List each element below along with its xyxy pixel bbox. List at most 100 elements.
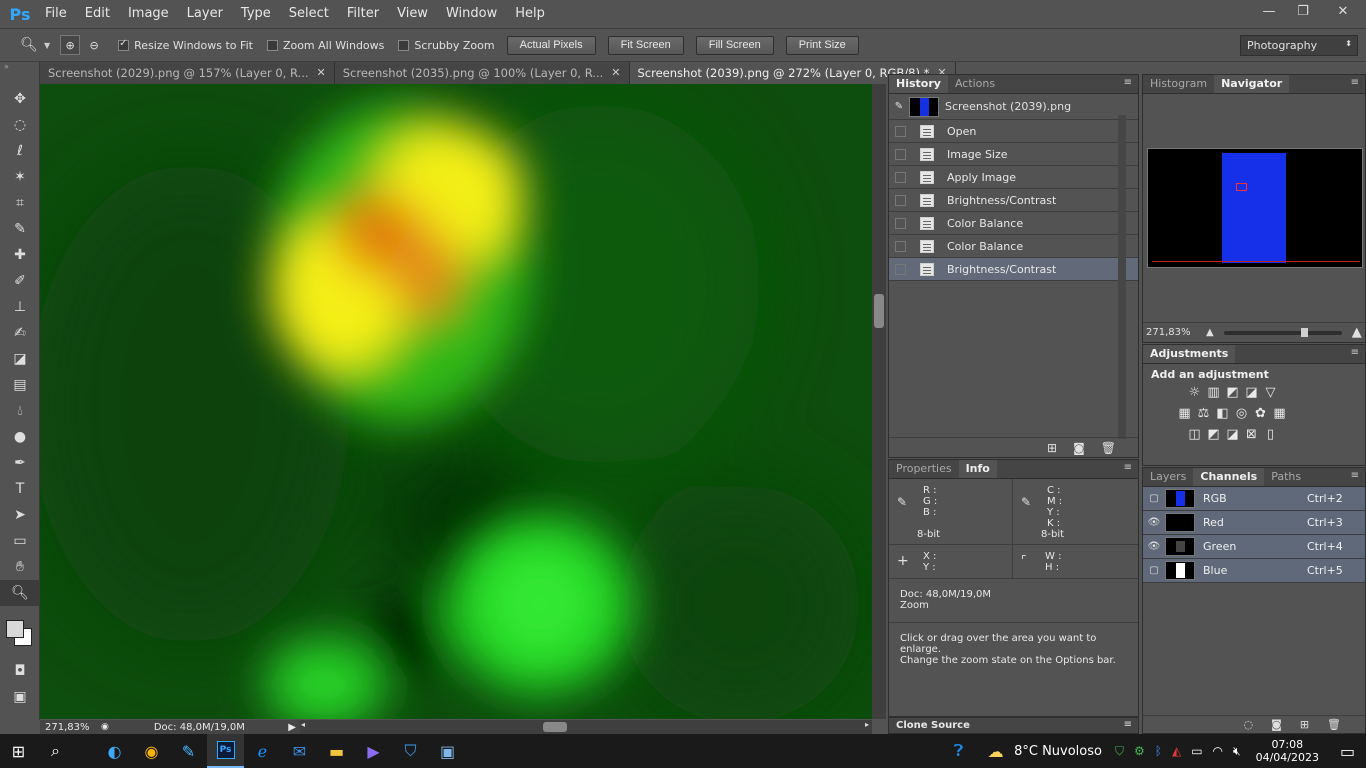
save-selection-icon[interactable]: ◙ bbox=[1271, 718, 1282, 731]
tab-history[interactable]: History bbox=[889, 75, 948, 93]
panel-menu-icon[interactable]: ≡ bbox=[1124, 77, 1132, 88]
search-icon[interactable]: ⌕ bbox=[37, 734, 74, 768]
file-explorer-icon[interactable]: ▬ bbox=[318, 734, 355, 768]
gradient-map-icon[interactable]: ⊠ bbox=[1242, 427, 1261, 442]
menu-filter[interactable]: Filter bbox=[338, 0, 388, 28]
history-item[interactable]: Color Balance bbox=[889, 212, 1138, 235]
type-tool-icon[interactable]: T bbox=[0, 476, 40, 502]
selective-color-icon[interactable]: ▯ bbox=[1261, 427, 1280, 442]
zoom-tool-preset-icon[interactable]: 🔍︎ bbox=[14, 32, 44, 58]
visibility-toggle[interactable]: ▢ bbox=[1143, 565, 1165, 576]
chrome-icon[interactable]: ◉ bbox=[133, 734, 170, 768]
tab-info[interactable]: Info bbox=[958, 460, 997, 478]
weather-text[interactable]: 8°C Nuvoloso bbox=[1014, 744, 1102, 759]
status-menu-arrow-icon[interactable]: ▶ bbox=[288, 722, 296, 733]
scroll-thumb[interactable] bbox=[543, 722, 567, 732]
new-document-from-state-icon[interactable]: ⊞ bbox=[1047, 441, 1057, 455]
zoom-out-mountain-icon[interactable]: ▲ bbox=[1206, 327, 1214, 338]
path-selection-tool-icon[interactable]: ➤ bbox=[0, 502, 40, 528]
eye-icon[interactable]: 👁︎ bbox=[1143, 517, 1165, 528]
tab-histogram[interactable]: Histogram bbox=[1143, 75, 1214, 93]
history-item[interactable]: Color Balance bbox=[889, 235, 1138, 258]
workspace-select[interactable]: Photography ⬍ bbox=[1240, 35, 1358, 56]
tab-paths[interactable]: Paths bbox=[1264, 468, 1308, 486]
history-item[interactable]: Image Size bbox=[889, 143, 1138, 166]
photo-filter-icon[interactable]: ◎ bbox=[1232, 406, 1251, 421]
close-button[interactable]: ✕ bbox=[1320, 0, 1366, 22]
brightness-contrast-icon[interactable]: ☼ bbox=[1185, 385, 1204, 400]
move-tool-icon[interactable]: ✥ bbox=[0, 86, 40, 112]
eye-icon[interactable]: 👁︎ bbox=[1143, 541, 1165, 552]
volume-icon[interactable]: 🔇︎ bbox=[1233, 744, 1241, 759]
vertical-scrollbar[interactable] bbox=[872, 84, 886, 719]
tab-adjustments[interactable]: Adjustments bbox=[1143, 345, 1236, 363]
zoom-out-icon[interactable]: ⊖ bbox=[84, 35, 104, 55]
history-brush-source-icon[interactable]: ✎ bbox=[889, 101, 909, 112]
bluetooth-icon[interactable]: ᛒ bbox=[1155, 744, 1162, 758]
zoom-level[interactable]: 271,83% bbox=[45, 722, 95, 733]
fill-screen-button[interactable]: Fill Screen bbox=[695, 35, 774, 55]
notifications-icon[interactable]: ▭ bbox=[1329, 734, 1366, 768]
channel-row-red[interactable]: 👁︎ Red Ctrl+3 bbox=[1143, 511, 1365, 535]
vibrance-icon[interactable]: ▽ bbox=[1261, 385, 1280, 400]
color-balance-icon[interactable]: ⚖ bbox=[1194, 406, 1213, 421]
document-canvas[interactable] bbox=[40, 84, 872, 719]
menu-image[interactable]: Image bbox=[119, 0, 178, 28]
collapse-icon[interactable]: » bbox=[0, 62, 39, 86]
history-item-selected[interactable]: Brightness/Contrast bbox=[889, 258, 1138, 281]
channel-row-rgb[interactable]: ▢ RGB Ctrl+2 bbox=[1143, 487, 1365, 511]
history-brush-tool-icon[interactable]: ✍ bbox=[0, 320, 40, 346]
invert-icon[interactable]: ◫ bbox=[1185, 427, 1204, 442]
curves-icon[interactable]: ◩ bbox=[1223, 385, 1242, 400]
minimize-button[interactable]: — bbox=[1252, 0, 1286, 22]
levels-icon[interactable]: ▥ bbox=[1204, 385, 1223, 400]
threshold-icon[interactable]: ◪ bbox=[1223, 427, 1242, 442]
zoom-in-icon[interactable]: ⊕ bbox=[60, 35, 81, 55]
quick-mask-icon[interactable]: ◘ bbox=[0, 658, 40, 684]
wifi-icon[interactable]: ◠ bbox=[1213, 744, 1223, 758]
trash-icon[interactable]: 🗑︎ bbox=[1327, 718, 1341, 731]
scroll-right-icon[interactable]: ▸ bbox=[865, 720, 869, 729]
fit-screen-button[interactable]: Fit Screen bbox=[607, 35, 684, 55]
history-scrollbar[interactable] bbox=[1118, 115, 1126, 439]
clone-source-panel[interactable]: Clone Source ≡ bbox=[888, 717, 1139, 734]
zoom-all-windows-checkbox[interactable]: Zoom All Windows bbox=[266, 39, 384, 52]
weather-icon[interactable]: ☁ bbox=[977, 734, 1014, 768]
antivirus-tray-icon[interactable]: ◭ bbox=[1172, 744, 1181, 758]
navigator-preview[interactable] bbox=[1147, 148, 1363, 268]
trash-icon[interactable]: 🗑︎ bbox=[1101, 441, 1116, 455]
resize-windows-checkbox[interactable]: Resize Windows to Fit bbox=[118, 38, 253, 52]
menu-file[interactable]: File bbox=[36, 0, 76, 28]
history-item[interactable]: Brightness/Contrast bbox=[889, 189, 1138, 212]
horizontal-scrollbar[interactable]: ◂ ▸ bbox=[300, 720, 872, 734]
menu-select[interactable]: Select bbox=[280, 0, 338, 28]
tab-properties[interactable]: Properties bbox=[889, 460, 959, 478]
clock[interactable]: 07:08 04/04/2023 bbox=[1256, 738, 1319, 764]
tray-app-icon[interactable]: ⚙ bbox=[1134, 744, 1145, 758]
mail-icon[interactable]: ✉ bbox=[281, 734, 318, 768]
eraser-tool-icon[interactable]: ◪ bbox=[0, 346, 40, 372]
channel-row-green[interactable]: 👁︎ Green Ctrl+4 bbox=[1143, 535, 1365, 559]
sticky-app-icon[interactable]: ✎ bbox=[170, 734, 207, 768]
zoom-tool-icon[interactable]: 🔍︎ bbox=[0, 580, 40, 606]
tab-actions[interactable]: Actions bbox=[948, 75, 1002, 93]
chevron-down-icon[interactable]: ▼ bbox=[44, 41, 50, 50]
battery-icon[interactable]: ▭ bbox=[1191, 744, 1202, 758]
hue-saturation-icon[interactable]: ▦ bbox=[1175, 406, 1194, 421]
marquee-tool-icon[interactable]: ◌ bbox=[0, 112, 40, 138]
new-channel-icon[interactable]: ⊞ bbox=[1300, 718, 1309, 731]
scroll-left-icon[interactable]: ◂ bbox=[301, 720, 305, 729]
video-editor-icon[interactable]: ▶ bbox=[355, 734, 392, 768]
panel-menu-icon[interactable]: ≡ bbox=[1124, 462, 1132, 473]
navigator-zoom[interactable]: 271,83% bbox=[1146, 327, 1202, 338]
panel-menu-icon[interactable]: ≡ bbox=[1351, 347, 1359, 358]
restore-button[interactable]: ❐ bbox=[1286, 0, 1320, 22]
navigator-view-box[interactable] bbox=[1236, 183, 1247, 191]
menu-window[interactable]: Window bbox=[437, 0, 506, 28]
screen-mode-icon[interactable]: ▣ bbox=[0, 684, 40, 710]
history-item[interactable]: Apply Image bbox=[889, 166, 1138, 189]
tab-document-1[interactable]: Screenshot (2029).png @ 157% (Layer 0, R… bbox=[40, 62, 335, 84]
clone-stamp-tool-icon[interactable]: ⊥ bbox=[0, 294, 40, 320]
menu-help[interactable]: Help bbox=[506, 0, 554, 28]
close-icon[interactable]: ✕ bbox=[317, 62, 326, 84]
